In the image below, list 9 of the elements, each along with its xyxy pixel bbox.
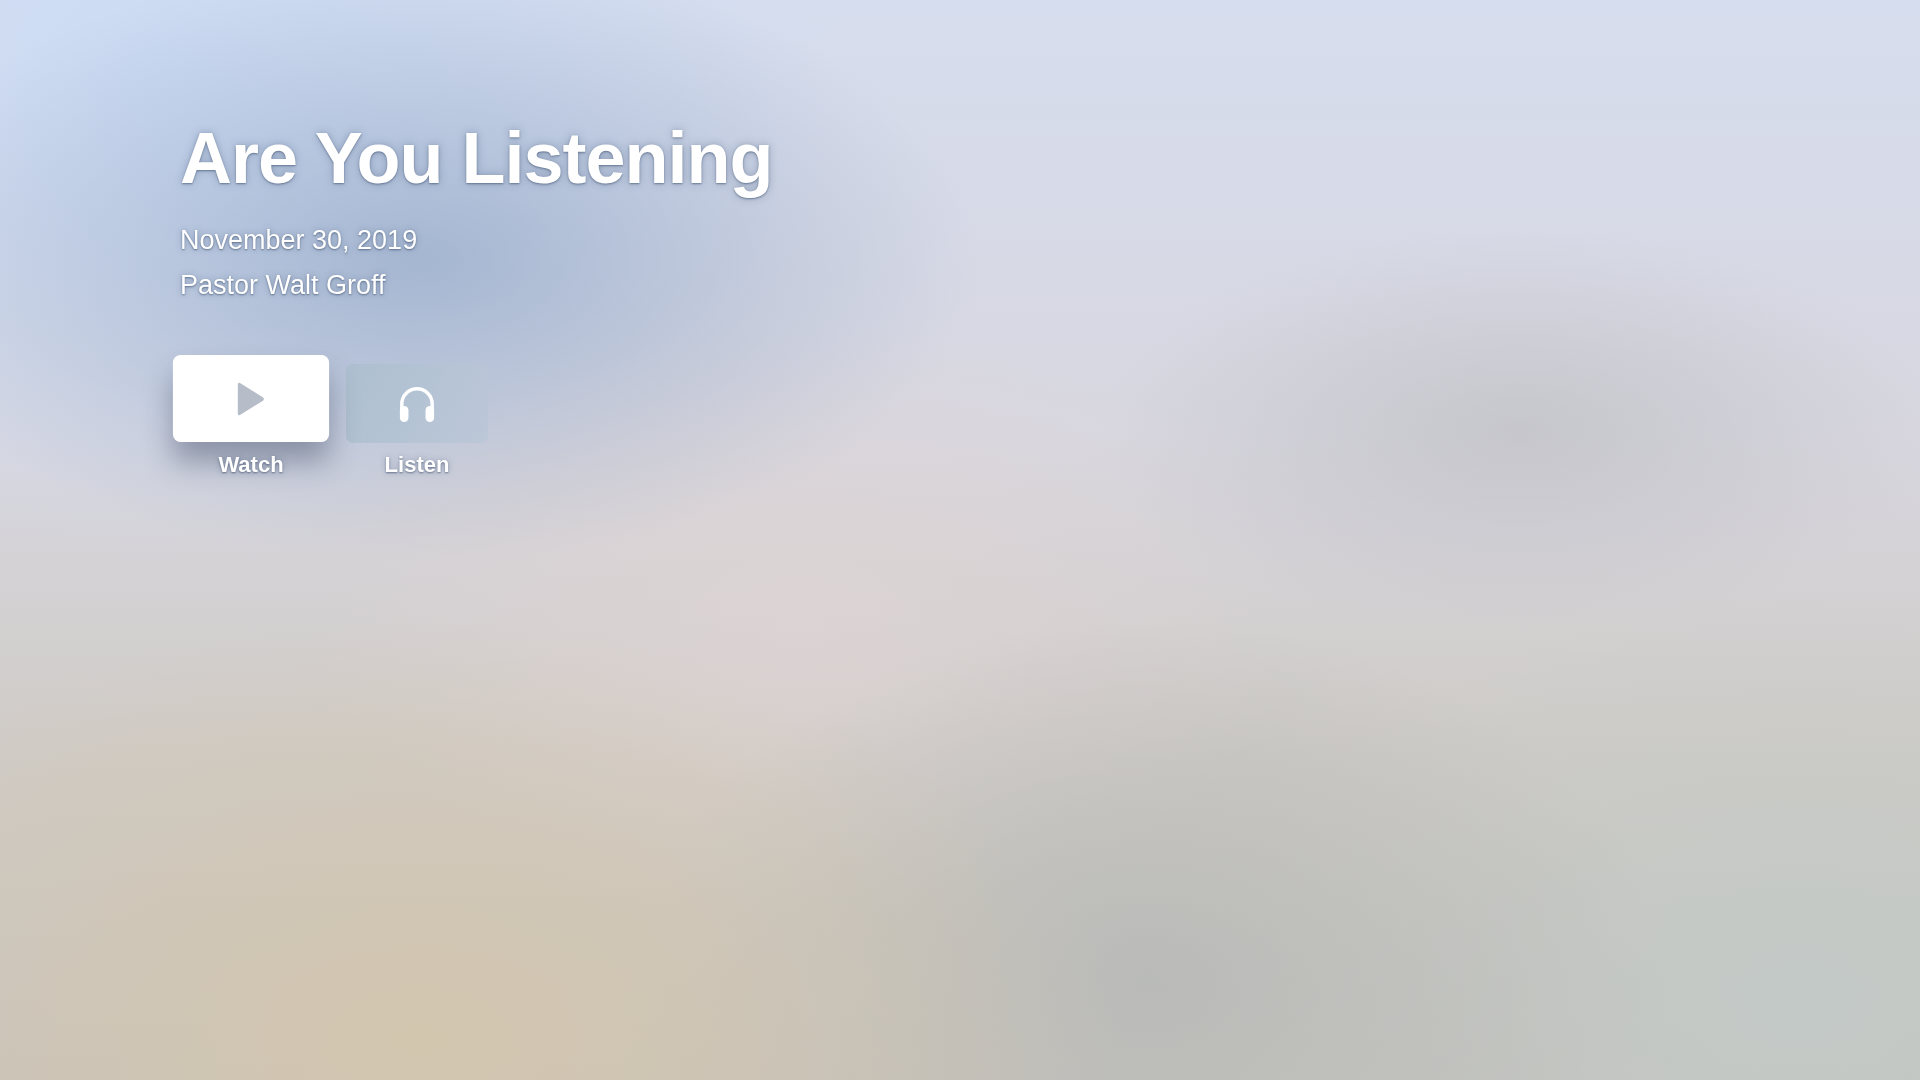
button-label: Watch <box>218 452 284 479</box>
button-label: Listen <box>384 452 450 479</box>
speaker-name: Pastor Walt Groff <box>180 269 386 303</box>
play-icon <box>236 381 266 417</box>
sermon-date: November 30, 2019 <box>180 224 418 258</box>
listen-button[interactable] <box>346 364 488 444</box>
watch-button[interactable] <box>172 355 330 443</box>
headphones-icon <box>398 384 436 423</box>
sermon-title: Are You Listening <box>180 119 773 199</box>
